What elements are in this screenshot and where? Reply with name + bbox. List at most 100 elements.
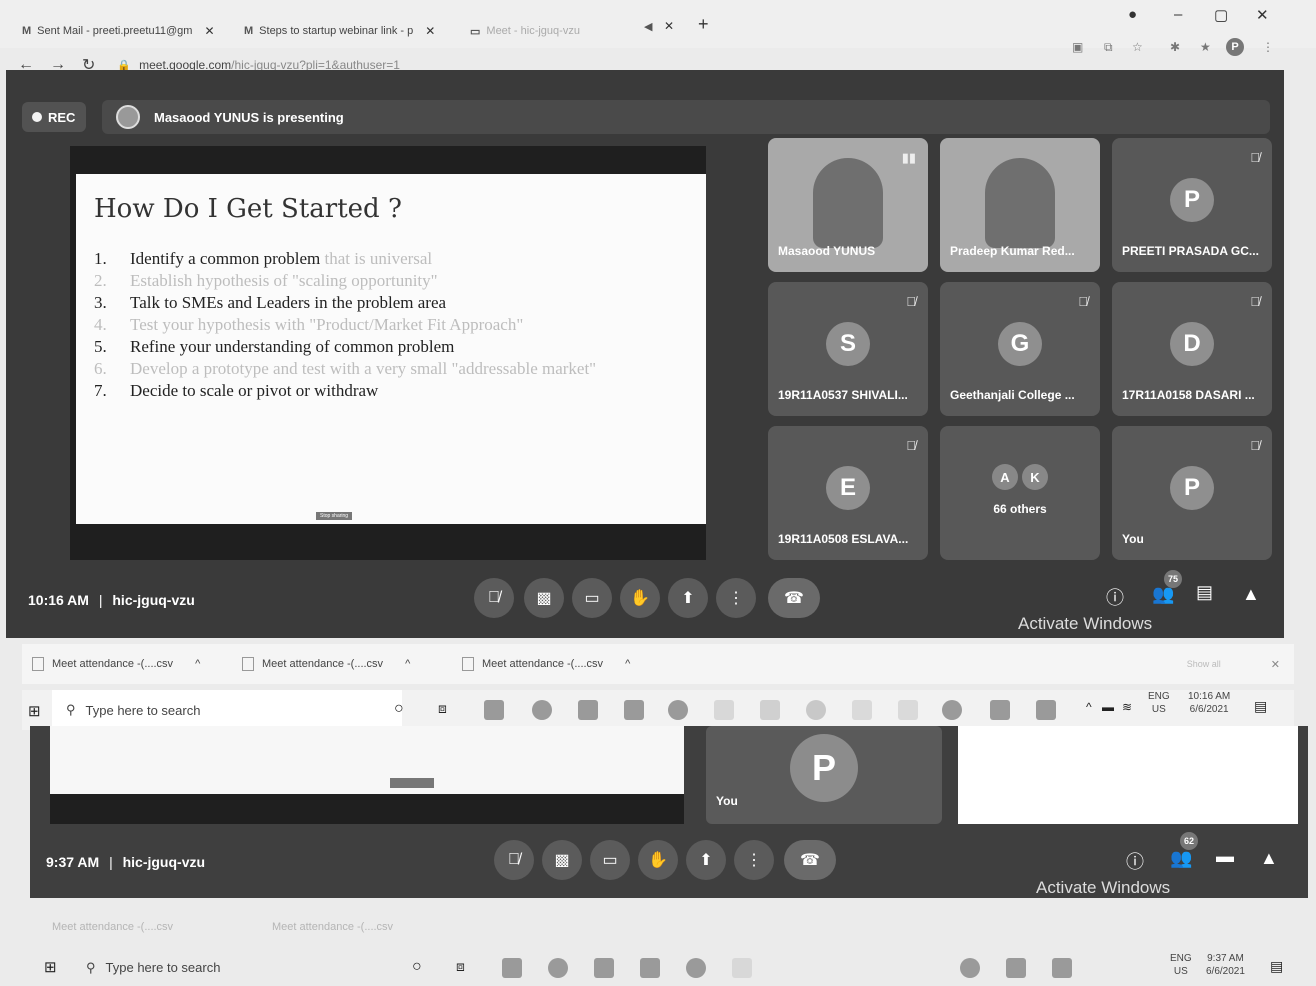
participant-tile[interactable]: 🎙̸ S 19R11A0537 SHIVALI... [768,282,928,416]
close-window-button[interactable]: ✕ [1256,6,1269,24]
chevron-up-icon[interactable]: ^ [1086,700,1092,714]
profile-avatar[interactable]: P [1226,38,1244,56]
clock[interactable]: 10:16 AM 6/6/2021 [1188,690,1230,716]
stop-sharing-button [390,778,434,788]
separator: | [109,854,113,870]
network-icon[interactable]: ▬ [1102,700,1114,714]
participant-tile[interactable]: 🎙̸ G Geethanjali College ... [940,282,1100,416]
language-indicator[interactable]: ENG US [1148,690,1170,716]
background-slide [50,726,684,794]
slide-item: 2. Establish hypothesis of "scaling oppor… [94,271,438,290]
windows-start-icon[interactable]: ⊞ [28,702,41,720]
chrome-icon[interactable] [532,700,552,720]
star-icon[interactable]: ☆ [1132,40,1143,54]
chat-icon[interactable]: ▤ [1196,582,1213,603]
self-tile[interactable]: 🎙̸ P You [1112,426,1272,560]
captions-button[interactable]: ▭ [572,578,612,618]
app-icon[interactable] [898,700,918,720]
others-tile[interactable]: A K 66 others [940,426,1100,560]
download-filename: Meet attendance -(....csv [262,658,384,670]
pin-icon[interactable]: ★ [1200,40,1211,54]
camera-icon[interactable]: ▣ [1072,40,1083,54]
more-options-button[interactable]: ⋮ [716,578,756,618]
slide-list: 1. Identify a common problem that is univ… [94,248,674,402]
edge-icon[interactable] [668,700,688,720]
chevron-up-icon[interactable]: ^ [405,658,410,670]
download-item[interactable]: Meet attendance -(....csv ^ [242,657,462,671]
audio-level-icon: ▮▮ [901,150,916,165]
download-filename: Meet attendance -(....csv [52,658,174,670]
downloads-bar: Meet attendance -(....csv ^ Meet attenda… [22,644,1294,684]
app-icon[interactable] [760,700,780,720]
app-icon[interactable] [714,700,734,720]
wifi-icon[interactable]: ≋ [1122,700,1132,714]
menu-dots-icon[interactable]: ⋮ [1262,40,1274,54]
mic-off-button[interactable]: 🎙̸ [474,578,514,618]
app-icon[interactable] [806,700,826,720]
participant-name: You [1122,532,1144,546]
taskbar-search[interactable]: ⚲ Type here to search [52,690,402,730]
raise-hand-button[interactable]: ✋ [620,578,660,618]
close-tab-icon[interactable]: ✕ [204,24,214,38]
tab-meet[interactable]: ▭ Meet - hic-jguq-vzu [470,18,600,44]
notification-icon[interactable]: ▤ [1254,698,1267,715]
app-icon[interactable] [484,700,504,720]
slide-item: 4. Test your hypothesis with "Product/Mar… [94,315,524,334]
tab-sent-mail[interactable]: M Sent Mail - preeti.preetu11@gm ✕ [22,18,232,44]
people-icon: 👥 [1170,848,1193,868]
stop-sharing-button[interactable]: Stop sharing [316,512,353,520]
participant-avatar: A [992,464,1018,490]
cortana-icon[interactable]: ○ [394,700,404,718]
download-filename: Meet attendance -(....csv [482,658,604,670]
participant-tile[interactable]: Pradeep Kumar Red... [940,138,1100,272]
task-view-icon[interactable]: ⧈ [438,700,447,717]
mail-icon[interactable] [624,700,644,720]
close-tab-icon[interactable]: ✕ [425,24,435,38]
download-item[interactable]: Meet attendance -(....csv ^ [462,657,682,671]
slide-item: 5. Refine your understanding of common pr… [94,337,455,356]
search-icon: ⚲ [86,960,96,975]
close-downloads-icon[interactable]: ✕ [1271,658,1280,671]
participant-avatar: P [790,734,858,802]
chevron-up-icon[interactable]: ^ [195,658,200,670]
participant-tile[interactable]: 🎙̸ E 19R11A0508 ESLAVA... [768,426,928,560]
gmail-icon: M [244,25,254,37]
minimize-button[interactable]: – [1174,6,1182,23]
search-placeholder: Type here to search [85,702,201,718]
info-icon[interactable]: ⓘ [1106,584,1124,610]
activities-icon[interactable]: ▲ [1242,584,1260,605]
app-icon[interactable] [990,700,1010,720]
app-icon[interactable] [852,700,872,720]
speaker-icon[interactable]: ◀ [644,20,652,33]
leave-call-button[interactable]: ☎ [768,578,820,618]
participant-name: You [716,794,738,808]
store-icon[interactable] [578,700,598,720]
meeting-time: 10:16 AM [28,592,89,608]
participant-name: Masaood YUNUS [778,244,876,258]
people-count-badge: 62 [1180,832,1198,850]
participant-tile[interactable]: 🎙̸ D 17R11A0158 DASARI ... [1112,282,1272,416]
clock: 9:37 AM 6/6/2021 [1206,953,1245,977]
camera-off-button[interactable]: ▩ [524,578,564,618]
chevron-up-icon[interactable]: ^ [625,658,630,670]
maximize-button[interactable]: ▢ [1214,6,1228,24]
present-button[interactable]: ⬆ [668,578,708,618]
extension-icon[interactable]: ⧉ [1104,40,1113,55]
photos-icon[interactable] [1036,700,1056,720]
recording-badge: REC [22,102,86,132]
presentation-area: How Do I Get Started ? 1. Identify a comm… [70,146,706,560]
participant-avatar: D [1170,322,1214,366]
download-item[interactable]: Meet attendance -(....csv ^ [32,657,242,671]
puzzle-icon[interactable]: ✱ [1170,40,1180,54]
participant-name: 17R11A0158 DASARI ... [1122,388,1255,402]
account-circle-icon[interactable]: ● [1128,6,1137,23]
new-tab-button[interactable]: + [698,14,709,35]
participant-tile[interactable]: ▮▮ Masaood YUNUS [768,138,928,272]
app-icon[interactable] [942,700,962,720]
participant-tile[interactable]: 🎙̸ P PREETI PRASADA GC... [1112,138,1272,272]
tab-steps-webinar[interactable]: M Steps to startup webinar link - p ✕ [244,18,454,44]
gmail-icon: M [22,25,32,37]
search-icon: ⚲ [66,702,76,717]
close-tab-icon[interactable]: ✕ [664,19,674,33]
show-all-link[interactable]: Show all [1187,659,1221,669]
